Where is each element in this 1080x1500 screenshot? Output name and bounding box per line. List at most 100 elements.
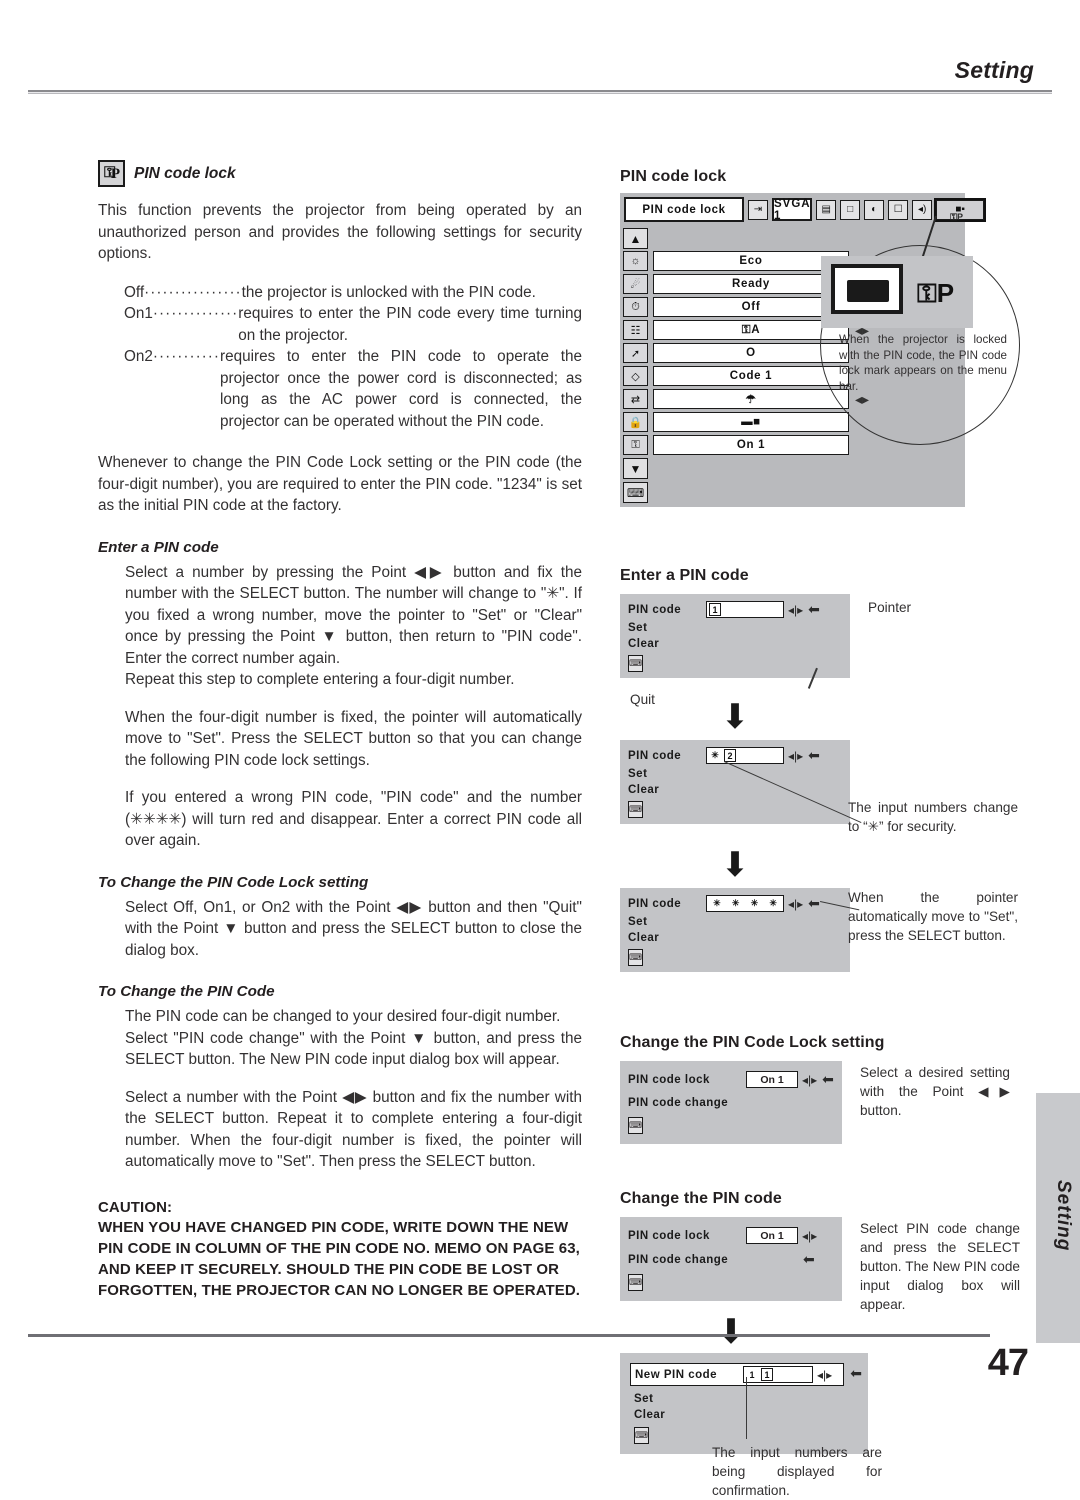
flow-arrow-icon: ⬇	[716, 1313, 746, 1351]
lock-value-field[interactable]: On 1	[746, 1227, 798, 1244]
quit-icon[interactable]: ⌨	[634, 1427, 649, 1444]
dialog-clear-label[interactable]: Clear	[628, 636, 844, 652]
dialog-label: New PIN code	[635, 1368, 718, 1381]
header-rule	[28, 90, 1052, 94]
option-desc: requires to enter the PIN code to operat…	[219, 348, 582, 430]
dialog-set-label[interactable]: Set	[634, 1391, 862, 1407]
change-code-paragraph-2: Select "PIN code change" with the Point …	[125, 1029, 582, 1069]
dialog-clear-label[interactable]: Clear	[628, 782, 844, 798]
scroll-up-button[interactable]: ▲	[623, 228, 648, 249]
quit-icon[interactable]: ⌨	[628, 801, 643, 818]
pin-code-change-label[interactable]: PIN code change	[628, 1095, 836, 1111]
quit-icon[interactable]: ⌨	[628, 1274, 643, 1291]
flow-arrow-icon: ⬇	[720, 846, 750, 884]
option-dots: ················	[144, 283, 242, 301]
quit-icon[interactable]: ⌨	[623, 482, 648, 503]
osd-menu-heading: PIN code lock	[620, 168, 727, 185]
pointer-annotation: Pointer	[868, 600, 912, 615]
digit[interactable]: ✳	[748, 897, 761, 910]
computer-icon[interactable]: ▤	[816, 199, 837, 220]
dialog-row: PIN code lock On 1 ◂|▸	[628, 1227, 836, 1244]
lock-value-field[interactable]: On 1	[746, 1071, 798, 1088]
digit[interactable]: 2	[724, 749, 736, 762]
quit-icon[interactable]: ⌨	[628, 949, 643, 966]
sound-icon[interactable]: ◂)	[912, 199, 933, 220]
step3-annotation: When the pointer automatically move to "…	[848, 890, 1018, 943]
enter-paragraph-4: If you entered a wrong PIN code, "PIN co…	[125, 789, 582, 849]
pin-code-change-label[interactable]: PIN code change	[628, 1252, 798, 1268]
option-term: Off	[124, 283, 145, 301]
pointer-arrow-icon: ⬅	[850, 1365, 862, 1381]
adjust-arrows-icon[interactable]: ◂|▸	[802, 1229, 817, 1243]
list-item: Off ················ the projector is unlo…	[124, 282, 582, 304]
quit-icon[interactable]: ⌨	[628, 1117, 643, 1134]
callout-inner-panel: ⚿P	[821, 256, 973, 328]
color-icon[interactable]: ◐	[864, 199, 885, 220]
dialog-change-pin-code: PIN code lock On 1 ◂|▸ PIN code change ⬅…	[620, 1217, 842, 1301]
change-lock-heading-right: Change the PIN Code Lock setting	[620, 1034, 885, 1051]
change-lock-setting-body: Select Off, On1, or On2 with the Point ◀…	[98, 897, 582, 962]
change-lock-setting-heading: To Change the PIN Code Lock setting	[98, 873, 369, 891]
lock-value: On 1	[760, 1073, 784, 1086]
digit[interactable]: 1	[761, 1368, 773, 1381]
digit[interactable]: ✳	[729, 897, 742, 910]
pointer-arrow-icon: ⬅	[808, 747, 820, 763]
list-item: On1 ·············· requires to enter the P…	[124, 303, 582, 346]
dialog-row: PIN code lock On 1 ◂|▸ ⬅	[628, 1071, 836, 1088]
remote-code-icon: ◇	[623, 366, 648, 386]
pin-code-field[interactable]: ✳ ✳ ✳ ✳	[706, 895, 784, 912]
enter-a-pin-code-heading: Enter a PIN code	[98, 538, 219, 556]
adjust-arrows-icon[interactable]: ◂|▸	[817, 1368, 832, 1382]
new-pin-code-field[interactable]: 1 1	[743, 1366, 813, 1383]
dialog-set-label[interactable]: Set	[628, 914, 844, 930]
section-title: PIN code lock	[134, 164, 236, 182]
pointer-arrow-icon: ⬅	[808, 601, 820, 617]
menu-bar-title: PIN code lock	[624, 197, 744, 222]
digit[interactable]: ✳	[710, 897, 723, 910]
lamp-icon: ☄	[623, 274, 648, 294]
digit[interactable]: 1	[709, 603, 721, 616]
digit[interactable]: ✳	[709, 749, 721, 762]
input-icon[interactable]: ⇥	[748, 199, 768, 220]
menu-row-value: Code 1	[653, 366, 849, 386]
pin-code-field[interactable]: 1	[706, 601, 784, 618]
dialog-label: PIN code	[628, 603, 682, 616]
dialog-set-label[interactable]: Set	[628, 766, 844, 782]
usb-icon: ⇄	[623, 389, 648, 409]
page-header-title: Setting	[954, 57, 1034, 83]
new-pin-annotation: The input numbers are being displayed fo…	[712, 1445, 882, 1498]
digit[interactable]: 1	[746, 1368, 758, 1381]
option-term: On1	[124, 305, 153, 322]
menu-row-value: Off	[653, 297, 849, 317]
adjust-arrows-icon[interactable]: ◂|▸	[802, 1073, 817, 1087]
change-code-paragraph-1: The PIN code can be changed to your desi…	[125, 1008, 561, 1025]
screen-icon[interactable]: □	[840, 199, 861, 220]
new-pin-leader-line	[746, 1377, 748, 1439]
adjust-arrows-icon[interactable]: ◂|▸	[788, 897, 803, 911]
list-item: On2 ··········· requires to enter the PIN …	[124, 346, 582, 432]
dialog-clear-label[interactable]: Clear	[628, 930, 844, 946]
footer-rule	[28, 1334, 990, 1337]
change-lock-paragraph: Select Off, On1, or On2 with the Point ◀…	[125, 898, 582, 959]
pin-code-field[interactable]: ✳ 2	[706, 747, 784, 764]
menu-bar: PIN code lock ⇥ SVGA 1 ▤ □ ◐ ☐ ◂) ■▪	[620, 193, 987, 226]
digit[interactable]: ✳	[767, 897, 780, 910]
dialog-set-label[interactable]: Set	[628, 620, 844, 636]
intro-paragraph: This function prevents the projector fro…	[98, 202, 582, 262]
dialog-row: PIN code change ⬅	[628, 1251, 836, 1268]
menu-row-value: ▬■	[653, 412, 849, 432]
image-icon[interactable]: ☐	[888, 199, 909, 220]
adjust-arrows-icon[interactable]: ◂|▸	[788, 603, 803, 617]
dialog-clear-label[interactable]: Clear	[634, 1407, 862, 1423]
adjust-arrows-icon[interactable]: ◂|▸	[788, 749, 803, 763]
pointer-arrow-icon: ⬅	[822, 1071, 834, 1087]
dialog-pin-code-step1: PIN code 1 ◂|▸ ⬅ Set Clear ⌨	[620, 594, 850, 678]
enter-paragraph-3: When the four-digit number is fixed, the…	[125, 708, 582, 769]
change-lock-annotation: Select a desired setting with the Point …	[860, 1065, 1010, 1118]
scroll-down-button[interactable]: ▼	[623, 458, 648, 479]
quit-icon[interactable]: ⌨	[628, 655, 643, 672]
pointer-icon: ➚	[623, 343, 648, 363]
dialog-pin-code-step3: PIN code ✳ ✳ ✳ ✳ ◂|▸ ⬅ Set Clear ⌨	[620, 888, 850, 972]
enter-paragraph-2: Repeat this step to complete entering a …	[125, 671, 515, 688]
option-list: Off ················ the projector is unlo…	[98, 282, 582, 433]
